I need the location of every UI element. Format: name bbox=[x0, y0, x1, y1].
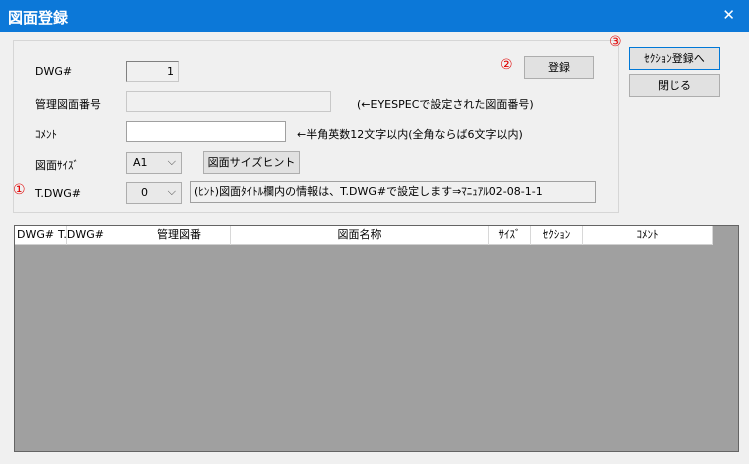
tdwg-label: T.DWG# bbox=[35, 187, 81, 200]
list-header: DWG# T.DWG# 管理図番 図面名称 ｻｲｽﾞ ｾｸｼｮﾝ ｺﾒﾝﾄ bbox=[15, 226, 713, 245]
comment-label: ｺﾒﾝﾄ bbox=[35, 128, 57, 141]
chevron-down-icon: ⌵ bbox=[167, 155, 176, 168]
size-hint-button[interactable]: 図面サイズヒント bbox=[203, 151, 300, 174]
dwg-label: DWG# bbox=[35, 65, 73, 78]
column-header-section[interactable]: ｾｸｼｮﾝ bbox=[531, 226, 583, 245]
mgmt-number-field bbox=[126, 91, 331, 112]
size-label: 図面ｻｲｽﾞ bbox=[35, 159, 79, 172]
register-button[interactable]: 登録 bbox=[524, 56, 594, 79]
chevron-down-icon: ⌵ bbox=[167, 185, 176, 198]
tdwg-select[interactable]: 0 ⌵ bbox=[126, 182, 182, 204]
section-register-button[interactable]: ｾｸｼｮﾝ登録へ bbox=[629, 47, 720, 70]
size-select[interactable]: A1 ⌵ bbox=[126, 152, 182, 174]
marker-2: ② bbox=[500, 57, 513, 73]
column-header-size[interactable]: ｻｲｽﾞ bbox=[489, 226, 531, 245]
window-title: 図面登録 bbox=[8, 9, 69, 27]
drawing-list[interactable]: DWG# T.DWG# 管理図番 図面名称 ｻｲｽﾞ ｾｸｼｮﾝ ｺﾒﾝﾄ bbox=[14, 225, 739, 452]
column-header-mgmt[interactable]: 管理図番 bbox=[128, 226, 231, 245]
hint-box: (ﾋﾝﾄ)図面ﾀｲﾄﾙ欄内の情報は、T.DWG#で設定します⇒ﾏﾆｭｱﾙ02-0… bbox=[190, 181, 596, 203]
marker-3: ③ bbox=[609, 34, 622, 50]
size-select-value: A1 bbox=[133, 156, 148, 169]
mgmt-number-note: (←EYESPECで設定された図面番号) bbox=[357, 98, 534, 111]
close-button[interactable]: 閉じる bbox=[629, 74, 720, 97]
column-header-comment[interactable]: ｺﾒﾝﾄ bbox=[583, 226, 713, 245]
column-header-tdwg[interactable]: T.DWG# bbox=[58, 226, 128, 245]
dwg-field: 1 bbox=[126, 61, 179, 82]
comment-input[interactable] bbox=[126, 121, 286, 142]
comment-note: ←半角英数12文字以内(全角ならば6文字以内) bbox=[297, 128, 523, 141]
marker-1: ① bbox=[13, 182, 26, 198]
mgmt-number-label: 管理図面番号 bbox=[35, 98, 101, 111]
title-bar: 図面登録 ✕ bbox=[0, 0, 749, 32]
close-icon[interactable]: ✕ bbox=[722, 6, 735, 24]
column-header-name[interactable]: 図面名称 bbox=[231, 226, 489, 245]
tdwg-select-value: 0 bbox=[141, 186, 148, 199]
